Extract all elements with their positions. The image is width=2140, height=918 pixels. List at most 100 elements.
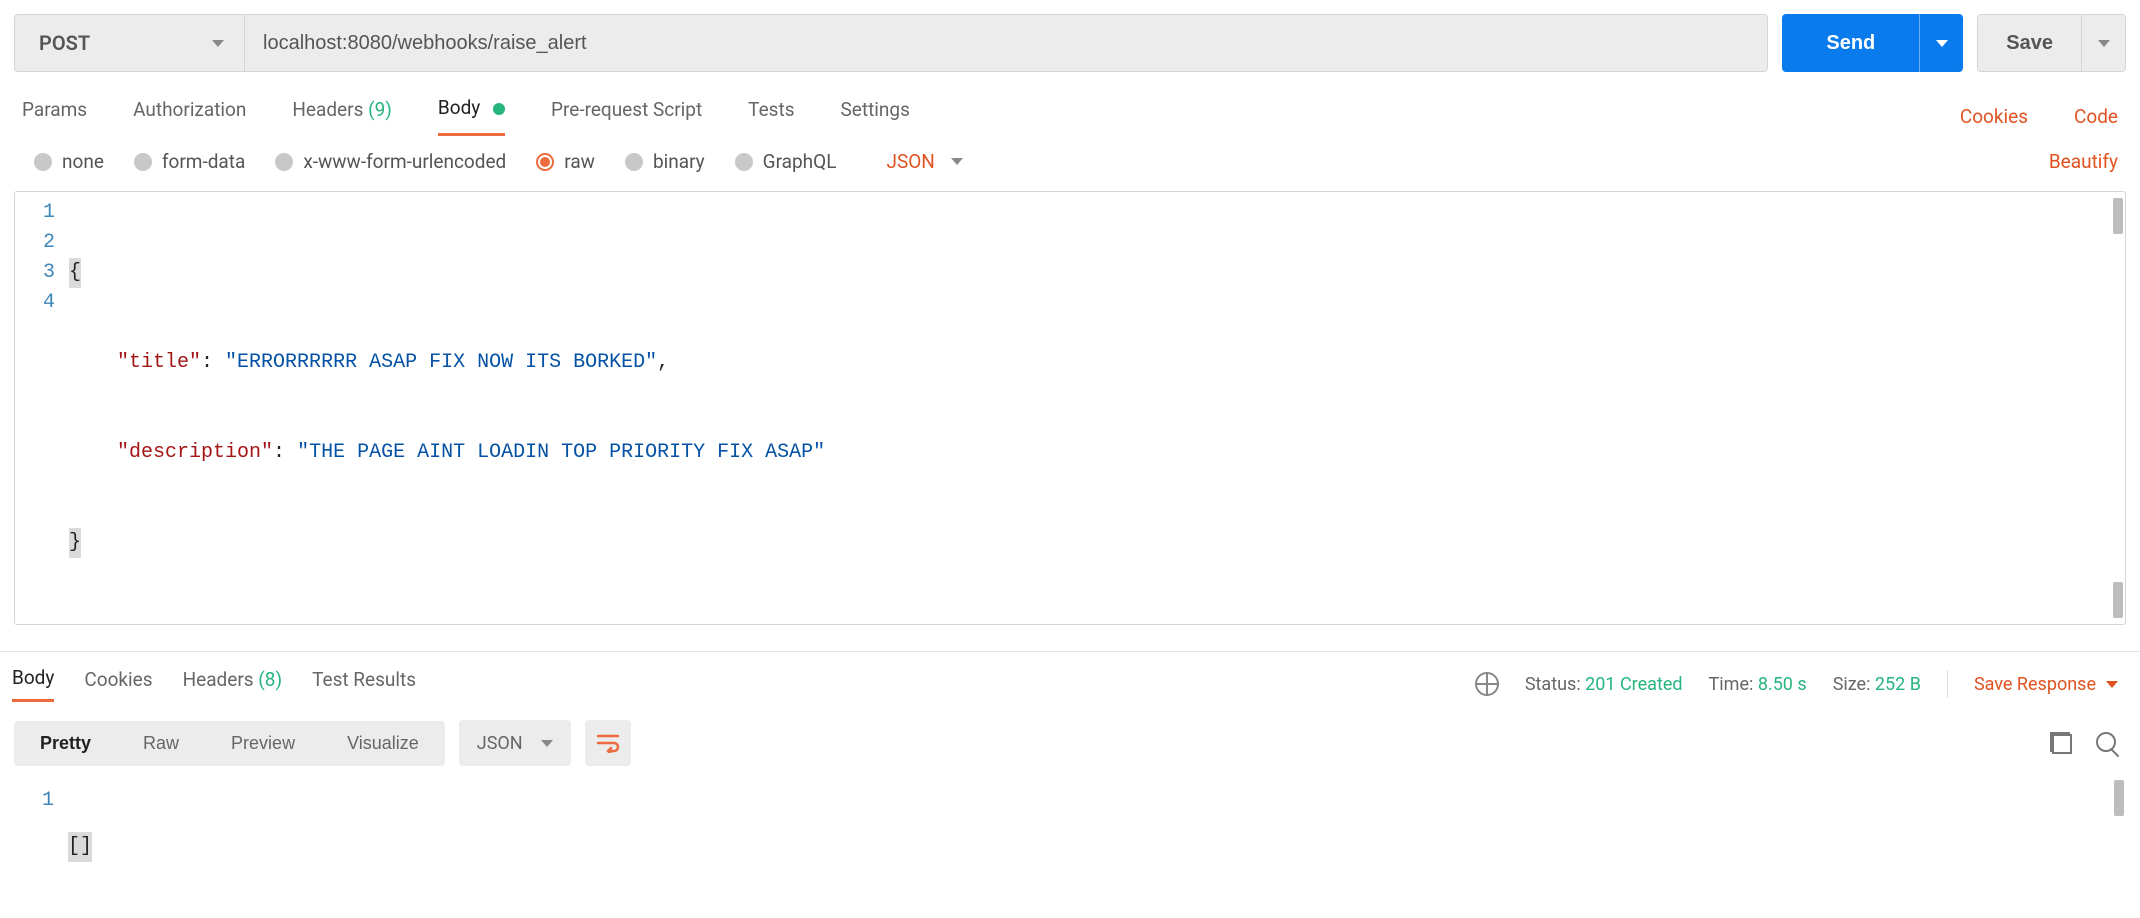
globe-icon[interactable] bbox=[1475, 672, 1499, 696]
save-button-group: Save bbox=[1977, 14, 2126, 72]
method-url-group: POST bbox=[14, 14, 1768, 72]
radio-xwww-label: x-www-form-urlencoded bbox=[303, 150, 506, 173]
send-button-group: Send bbox=[1782, 14, 1963, 72]
response-tool-icons bbox=[2050, 732, 2118, 754]
time-group: Time: 8.50 s bbox=[1709, 674, 1807, 695]
code-token: { bbox=[69, 258, 81, 288]
time-value: 8.50 s bbox=[1758, 674, 1807, 695]
response-tab-cookies[interactable]: Cookies bbox=[84, 668, 152, 701]
response-format-select[interactable]: JSON bbox=[459, 720, 571, 766]
view-pretty-button[interactable]: Pretty bbox=[14, 721, 117, 766]
radio-raw[interactable]: raw bbox=[536, 150, 595, 173]
save-dropdown-button[interactable] bbox=[2081, 15, 2125, 71]
save-response-button[interactable]: Save Response bbox=[1974, 674, 2118, 695]
divider bbox=[1947, 670, 1948, 698]
request-bar: POST Send Save bbox=[0, 0, 2140, 72]
code-token: } bbox=[69, 528, 81, 558]
chevron-down-icon bbox=[541, 740, 553, 747]
tab-params[interactable]: Params bbox=[22, 98, 87, 135]
tab-body-label: Body bbox=[438, 96, 480, 119]
response-tab-headers-label: Headers bbox=[183, 668, 254, 691]
status-value: 201 Created bbox=[1585, 674, 1682, 695]
tab-tests[interactable]: Tests bbox=[748, 98, 794, 135]
radio-x-www-form-urlencoded[interactable]: x-www-form-urlencoded bbox=[275, 150, 506, 173]
tab-headers[interactable]: Headers (9) bbox=[292, 98, 392, 135]
radio-binary-label: binary bbox=[653, 150, 705, 173]
send-button[interactable]: Send bbox=[1782, 14, 1919, 72]
request-url-input[interactable] bbox=[245, 15, 1767, 71]
line-number: 1 bbox=[23, 198, 55, 228]
cookies-link[interactable]: Cookies bbox=[1960, 105, 2028, 128]
line-number: 1 bbox=[22, 786, 54, 816]
radio-raw-label: raw bbox=[564, 150, 595, 173]
size-label: Size: bbox=[1833, 674, 1871, 695]
chevron-down-icon bbox=[2098, 40, 2110, 47]
chevron-down-icon bbox=[2106, 681, 2118, 688]
chevron-down-icon bbox=[212, 40, 224, 47]
code-area[interactable]: { "title": "ERRORRRRRR ASAP FIX NOW ITS … bbox=[69, 192, 825, 624]
chevron-down-icon bbox=[1936, 40, 1948, 47]
tab-authorization[interactable]: Authorization bbox=[133, 98, 246, 135]
body-content-type-select[interactable]: JSON bbox=[886, 150, 962, 173]
radio-none[interactable]: none bbox=[34, 150, 104, 173]
scrollbar-thumb[interactable] bbox=[2113, 582, 2123, 618]
http-method-value: POST bbox=[39, 31, 90, 55]
radio-graphql[interactable]: GraphQL bbox=[735, 150, 837, 173]
code-token: "ERRORRRRRR ASAP FIX NOW ITS BORKED" bbox=[225, 351, 657, 374]
wrap-lines-button[interactable] bbox=[585, 720, 631, 766]
line-number: 3 bbox=[23, 258, 55, 288]
code-token: "THE PAGE AINT LOADIN TOP PRIORITY FIX A… bbox=[297, 441, 825, 464]
response-tab-headers[interactable]: Headers (8) bbox=[183, 668, 283, 701]
copy-icon[interactable] bbox=[2050, 732, 2072, 754]
response-format-value: JSON bbox=[477, 733, 523, 754]
tab-settings[interactable]: Settings bbox=[841, 98, 910, 135]
code-token: , bbox=[657, 351, 669, 374]
chevron-down-icon bbox=[951, 158, 963, 165]
response-tab-test-results[interactable]: Test Results bbox=[312, 668, 416, 701]
response-tab-body[interactable]: Body bbox=[12, 666, 54, 702]
code-token: : bbox=[273, 441, 297, 464]
code-token: [] bbox=[68, 832, 92, 862]
line-number: 4 bbox=[23, 288, 55, 318]
view-raw-button[interactable]: Raw bbox=[117, 721, 205, 766]
response-view-mode: Pretty Raw Preview Visualize bbox=[14, 721, 445, 766]
radio-binary[interactable]: binary bbox=[625, 150, 705, 173]
body-content-type-value: JSON bbox=[886, 150, 934, 173]
view-visualize-button[interactable]: Visualize bbox=[321, 721, 445, 766]
time-label: Time: bbox=[1709, 674, 1754, 695]
response-tabs: Body Cookies Headers (8) Test Results St… bbox=[0, 652, 2140, 702]
code-token: "title" bbox=[117, 351, 201, 374]
request-tabs: Params Authorization Headers (9) Body Pr… bbox=[0, 72, 2140, 136]
status-label: Status: bbox=[1525, 674, 1581, 695]
status-group: Status: 201 Created bbox=[1525, 674, 1683, 695]
send-dropdown-button[interactable] bbox=[1919, 14, 1963, 72]
radio-graphql-label: GraphQL bbox=[763, 150, 837, 173]
view-preview-button[interactable]: Preview bbox=[205, 721, 321, 766]
tab-prerequest-script[interactable]: Pre-request Script bbox=[551, 98, 702, 135]
radio-none-label: none bbox=[62, 150, 104, 173]
tab-headers-label: Headers bbox=[292, 98, 363, 121]
save-button[interactable]: Save bbox=[1978, 15, 2081, 71]
line-number-gutter: 1 2 3 4 bbox=[15, 192, 69, 624]
request-body-editor[interactable]: 1 2 3 4 { "title": "ERRORRRRRR ASAP FIX … bbox=[14, 191, 2126, 625]
line-number-gutter: 1 bbox=[14, 780, 68, 914]
modified-dot-icon bbox=[493, 103, 505, 115]
scrollbar-thumb[interactable] bbox=[2114, 780, 2124, 816]
beautify-link[interactable]: Beautify bbox=[2049, 150, 2118, 173]
body-type-row: none form-data x-www-form-urlencoded raw… bbox=[0, 136, 2140, 191]
radio-form-data[interactable]: form-data bbox=[134, 150, 245, 173]
search-icon[interactable] bbox=[2096, 732, 2118, 754]
response-tab-headers-count: (8) bbox=[258, 668, 282, 691]
response-body-editor[interactable]: 1 [] bbox=[0, 776, 2140, 918]
code-area[interactable]: [] bbox=[68, 780, 116, 914]
code-link[interactable]: Code bbox=[2074, 105, 2118, 128]
tab-headers-count: (9) bbox=[368, 98, 392, 121]
line-number: 2 bbox=[23, 228, 55, 258]
http-method-select[interactable]: POST bbox=[15, 15, 245, 71]
scrollbar-thumb[interactable] bbox=[2113, 198, 2123, 234]
response-toolbar: Pretty Raw Preview Visualize JSON bbox=[0, 702, 2140, 776]
code-token: : bbox=[201, 351, 225, 374]
size-group: Size: 252 B bbox=[1833, 674, 1921, 695]
radio-form-data-label: form-data bbox=[162, 150, 245, 173]
tab-body[interactable]: Body bbox=[438, 96, 505, 136]
